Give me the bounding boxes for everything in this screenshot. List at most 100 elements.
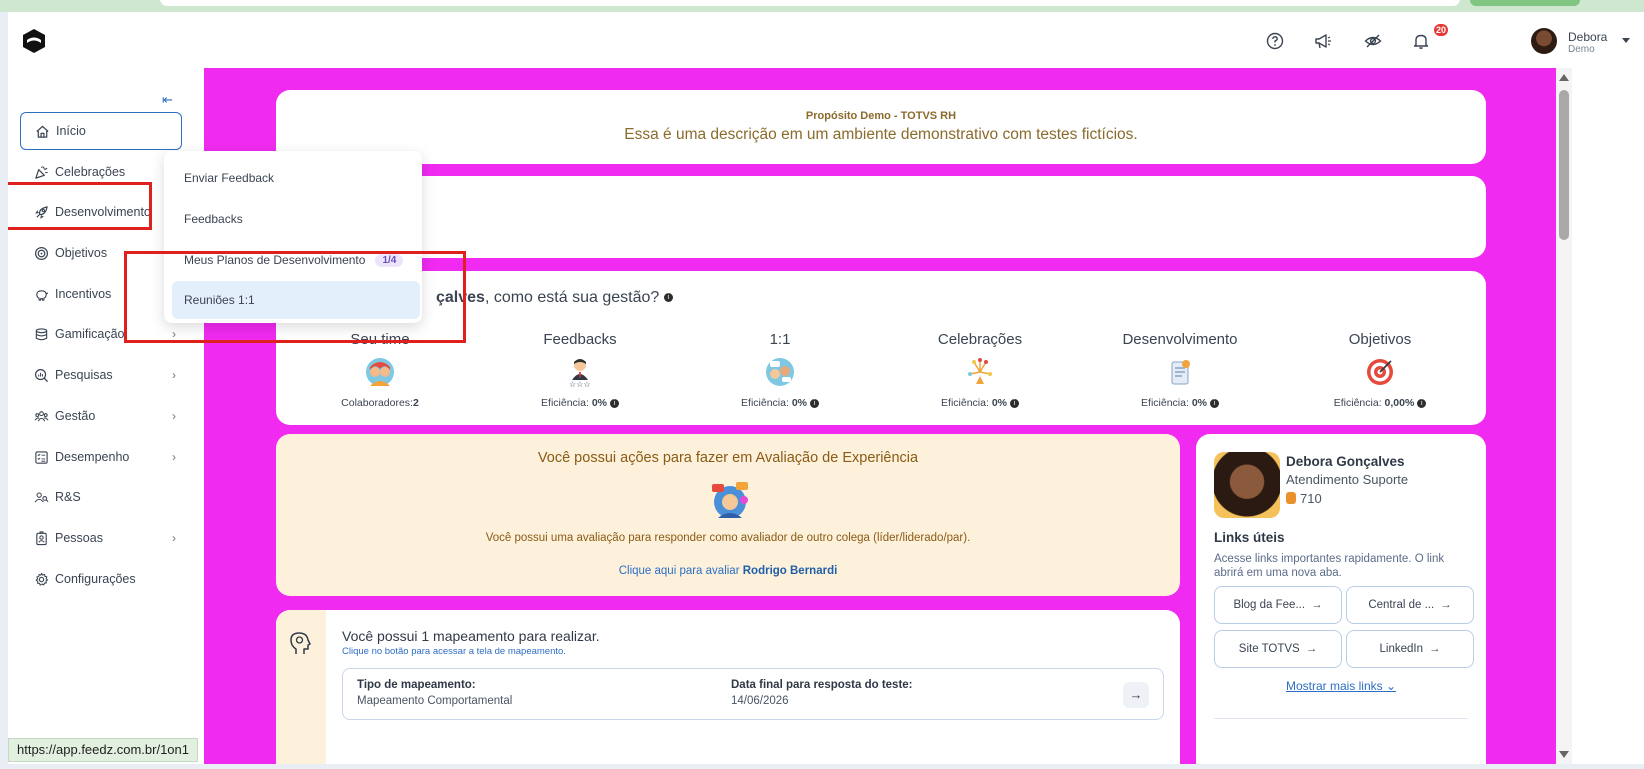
browser-chrome (0, 0, 1644, 12)
address-bar[interactable] (160, 0, 1460, 6)
collapse-sidebar-icon[interactable]: ⇤ (162, 92, 173, 108)
sidebar-item-label: Desempenho (55, 450, 130, 464)
evaluate-link[interactable]: Clique aqui para avaliar Rodrigo Bernard… (276, 565, 1180, 577)
chevron-down-icon[interactable] (1622, 38, 1630, 43)
browser-action-button[interactable] (1470, 0, 1580, 6)
purpose-card: Propósito Demo - TOTVS RH Essa é uma des… (276, 90, 1486, 164)
sidebar-item-label: Início (56, 124, 86, 138)
highlight-box-reunioes (124, 251, 466, 343)
mapping-side-panel (276, 610, 326, 764)
mapping-deadline-value: 14/06/2026 (731, 695, 789, 707)
mapping-deadline-label: Data final para resposta do teste: (731, 679, 913, 691)
scroll-down-icon[interactable] (1559, 751, 1569, 758)
purpose-title: Propósito Demo - TOTVS RH (805, 110, 957, 122)
home-icon (36, 125, 49, 138)
app-logo[interactable] (22, 28, 46, 54)
scroll-thumb[interactable] (1559, 90, 1569, 240)
sidebar-item-label: Pesquisas (55, 368, 113, 382)
stat-label: Desenvolvimento (1122, 331, 1238, 348)
info-icon[interactable]: i (663, 293, 673, 303)
user-avatar[interactable] (1531, 28, 1557, 54)
profile-role: Atendimento Suporte (1286, 472, 1409, 487)
coins-icon (1286, 492, 1296, 504)
sidebar-item-label: Incentivos (55, 287, 112, 301)
scrollbar[interactable] (1556, 68, 1572, 764)
user-name[interactable]: Debora (1568, 30, 1607, 44)
sidebar-item-gestao[interactable]: Gestão › (20, 397, 182, 435)
head-profile-icon (290, 632, 311, 654)
help-icon[interactable] (1266, 32, 1284, 50)
party-icon (35, 165, 48, 179)
megaphone-icon[interactable] (1314, 32, 1332, 50)
arrow-right-icon: → (1440, 599, 1452, 611)
sidebar-item-configuracoes[interactable]: Configurações (20, 560, 182, 598)
team-icon (34, 410, 49, 421)
chevron-right-icon: › (172, 409, 176, 423)
gestao-question: , como está sua gestão? (484, 289, 660, 306)
stat-label: Feedbacks (543, 331, 617, 348)
sidebar-item-label: Configurações (55, 572, 136, 586)
stat-label: 1:1 (769, 331, 791, 348)
link-linkedin-button[interactable]: LinkedIn → (1346, 630, 1474, 668)
sidebar-item-pesquisas[interactable]: Pesquisas › (20, 356, 182, 394)
stat-feedbacks[interactable]: Feedbacks ☆☆☆ Eficiência: 0% i (500, 331, 660, 409)
stat-desenvolvimento[interactable]: Desenvolvimento Eficiência: 0% i (1100, 331, 1260, 409)
profile-name[interactable]: Debora Gonçalves (1286, 454, 1405, 469)
links-description: Acesse links importantes rapidamente. O … (1214, 553, 1445, 579)
sidebar-item-label: Gamificação (55, 327, 125, 341)
info-icon: i (609, 398, 619, 408)
arrow-right-icon: → (1311, 599, 1323, 611)
sidebar-item-rs[interactable]: R&S (20, 478, 182, 516)
link-central-button[interactable]: Central de ... → (1346, 586, 1474, 624)
hide-eye-icon[interactable] (1364, 32, 1382, 50)
experience-card: Você possui ações para fazer em Avaliaçã… (276, 434, 1180, 596)
chevron-right-icon: › (172, 368, 176, 382)
link-site-totvs-button[interactable]: Site TOTVS → (1214, 630, 1342, 668)
mapping-subtitle: Clique no botão para acessar a tela de m… (342, 646, 566, 657)
stat-label: Objetivos (1348, 331, 1412, 348)
evaluation-illustration-icon (712, 482, 748, 518)
chevron-right-icon: › (172, 450, 176, 464)
scroll-up-icon[interactable] (1559, 74, 1569, 81)
sidebar-item-label: R&S (55, 490, 81, 504)
stat-value: Eficiência: 0,00% i (1300, 397, 1460, 409)
target-icon (34, 246, 49, 260)
checklist-icon (35, 450, 48, 464)
profile-photo[interactable] (1214, 452, 1280, 518)
mapping-type-value: Mapeamento Comportamental (357, 695, 513, 707)
sidebar-item-label: Objetivos (55, 246, 108, 260)
info-icon: i (1209, 398, 1219, 408)
highlight-box-desenvolvimento (8, 182, 152, 230)
stat-objetivos[interactable]: Objetivos Eficiência: 0,00% i (1300, 331, 1460, 409)
arrow-right-icon: → (1428, 643, 1441, 655)
purpose-description: Essa é uma descrição em um ambiente demo… (624, 126, 1138, 143)
info-icon: i (809, 398, 819, 408)
piggy-bank-icon (36, 289, 49, 301)
arrow-right-icon: → (1305, 643, 1318, 655)
link-blog-button[interactable]: Blog da Fee... → (1214, 586, 1342, 624)
sidebar-item-pessoas[interactable]: Pessoas › (20, 519, 182, 557)
open-mapping-button[interactable]: → (1123, 682, 1149, 708)
submenu-enviar-feedback[interactable]: Enviar Feedback (172, 159, 420, 197)
links-title: Links úteis (1214, 530, 1285, 545)
sidebar-item-label: Pessoas (55, 531, 103, 545)
stat-value: Eficiência: 0% i (700, 397, 860, 409)
svg-text:☆☆☆: ☆☆☆ (569, 380, 591, 388)
stat-celebracoes[interactable]: Celebrações Eficiência: 0% i (900, 331, 1060, 409)
sidebar-item-desempenho[interactable]: Desempenho › (20, 438, 182, 476)
stat-1on1[interactable]: 1:1 Eficiência: 0% i (700, 331, 860, 409)
profile-card: Debora Gonçalves Atendimento Suporte 710… (1196, 434, 1486, 764)
mapping-card: Você possui 1 mapeamento para realizar. … (276, 610, 1180, 764)
chevron-down-icon: ⌄ (1385, 679, 1397, 693)
mapping-item[interactable]: Tipo de mapeamento: Mapeamento Comportam… (342, 668, 1164, 720)
bell-icon[interactable] (1412, 32, 1430, 50)
status-bar-url: https://app.feedz.com.br/1on1 (8, 738, 198, 762)
sidebar-item-label: Gestão (55, 409, 96, 423)
submenu-feedbacks[interactable]: Feedbacks (172, 200, 420, 238)
stat-value: Eficiência: 0% i (900, 397, 1060, 409)
notification-badge: 20 (1434, 24, 1449, 36)
survey-icon (34, 368, 49, 382)
sidebar-item-inicio[interactable]: Início (20, 112, 182, 150)
divider (1214, 718, 1468, 719)
show-more-links[interactable]: Mostrar mais links ⌄ (1196, 679, 1486, 693)
